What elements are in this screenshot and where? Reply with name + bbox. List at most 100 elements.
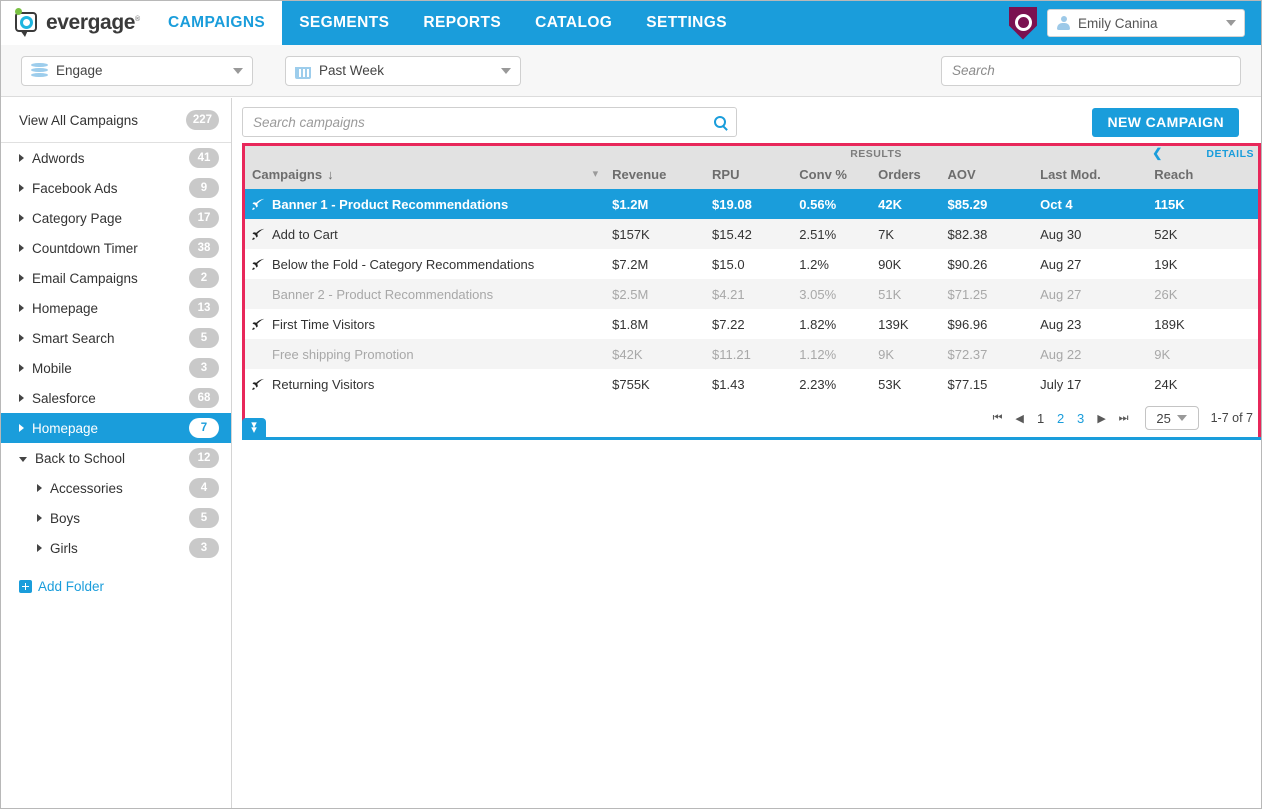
- pagination-page-3[interactable]: 3: [1071, 411, 1091, 426]
- search-icon[interactable]: [714, 116, 726, 128]
- cell-campaign-name: First Time Visitors: [242, 309, 612, 339]
- column-header-aov[interactable]: AOV: [947, 161, 1041, 189]
- shield-icon[interactable]: [1009, 6, 1037, 40]
- table-row[interactable]: Below the Fold - Category Recommendation…: [242, 249, 1261, 279]
- chevron-right-icon[interactable]: [37, 514, 42, 522]
- column-header-campaigns[interactable]: Campaigns ↓ ▾: [242, 161, 613, 189]
- column-header-campaigns-label: Campaigns: [252, 166, 323, 182]
- collapse-panel-toggle[interactable]: ▾ ▾: [242, 418, 266, 437]
- column-header-orders[interactable]: Orders: [878, 161, 948, 189]
- sidebar-item-label: Accessories: [50, 480, 123, 496]
- chevron-right-icon[interactable]: [37, 484, 42, 492]
- campaign-search[interactable]: [242, 107, 737, 137]
- chevron-down-icon: [1226, 20, 1236, 26]
- sidebar-item-label: Salesforce: [32, 390, 96, 406]
- sidebar-item-countdown-timer[interactable]: Countdown Timer 38: [1, 233, 231, 263]
- chevron-right-icon[interactable]: [19, 424, 24, 432]
- chevron-right-icon[interactable]: [19, 364, 24, 372]
- chevron-left-icon[interactable]: ❮: [1152, 147, 1163, 160]
- logo-trademark: ®: [135, 16, 140, 23]
- sidebar-item-back-to-school[interactable]: Back to School 12: [1, 443, 231, 473]
- sidebar-item-count: 68: [189, 388, 219, 408]
- chevron-right-icon[interactable]: [19, 244, 24, 252]
- cell-conv: 1.2%: [799, 256, 829, 272]
- user-menu[interactable]: Emily Canina: [1047, 9, 1245, 37]
- nav-tab-catalog[interactable]: CATALOG: [518, 1, 629, 45]
- chevron-down-icon: [233, 67, 243, 74]
- pagination-controls: ⏮ ◀ 1 2 3 ▶ ⏭ 25 1-7 of 7: [987, 399, 1253, 437]
- campaign-search-input[interactable]: [253, 114, 714, 130]
- nav-tab-campaigns[interactable]: CAMPAIGNS: [151, 1, 283, 45]
- sidebar-item-smart-search[interactable]: Smart Search 5: [1, 323, 231, 353]
- cell-reach: 52K: [1154, 226, 1178, 242]
- cell-reach: 26K: [1154, 286, 1178, 302]
- chevron-right-icon[interactable]: [19, 214, 24, 222]
- pagination-next-button[interactable]: ▶: [1091, 407, 1113, 429]
- app-logo[interactable]: evergage®: [1, 1, 151, 45]
- pagination-prev-button[interactable]: ◀: [1009, 407, 1031, 429]
- chevron-right-icon[interactable]: [19, 274, 24, 282]
- pagination-page-2[interactable]: 2: [1051, 411, 1071, 426]
- date-range-dropdown[interactable]: Past Week: [285, 55, 521, 86]
- sidebar-item-accessories[interactable]: Accessories 4: [1, 473, 231, 503]
- sidebar-item-adwords[interactable]: Adwords 41: [1, 143, 231, 173]
- pagination-first-button[interactable]: ⏮: [987, 407, 1009, 429]
- nav-tab-settings[interactable]: SETTINGS: [629, 1, 744, 45]
- cell-orders: 53K: [878, 376, 902, 392]
- nav-tab-reports[interactable]: REPORTS: [406, 1, 518, 45]
- chevron-right-icon[interactable]: [19, 154, 24, 162]
- cell-conv: 2.23%: [799, 376, 837, 392]
- sidebar-item-salesforce[interactable]: Salesforce 68: [1, 383, 231, 413]
- cell-aov: $90.26: [947, 256, 988, 272]
- sidebar-item-boys[interactable]: Boys 5: [1, 503, 231, 533]
- cell-lastmod: July 17: [1040, 376, 1082, 392]
- chevron-right-icon[interactable]: [19, 304, 24, 312]
- column-header-rpu[interactable]: RPU: [712, 161, 800, 189]
- chevron-right-icon[interactable]: [19, 394, 24, 402]
- campaigns-table: RESULTS ❮ DETAILS Campaigns ↓ ▾ Revenue R…: [242, 146, 1261, 399]
- chevron-down-icon[interactable]: ▾: [593, 167, 599, 180]
- pagination-page-1[interactable]: 1: [1031, 411, 1051, 426]
- chevron-right-icon[interactable]: [19, 334, 24, 342]
- add-folder-button[interactable]: Add Folder: [1, 571, 231, 601]
- nav-right-group: Emily Canina: [1009, 1, 1261, 45]
- pagination-last-button[interactable]: ⏭: [1113, 407, 1135, 429]
- cell-conv: 2.51%: [799, 226, 837, 242]
- campaigns-table-head: RESULTS ❮ DETAILS Campaigns ↓ ▾ Revenue R…: [242, 146, 1261, 189]
- column-header-conv[interactable]: Conv %: [799, 161, 879, 189]
- sidebar-item-mobile[interactable]: Mobile 3: [1, 353, 231, 383]
- sidebar-item-label: Homepage: [32, 300, 99, 316]
- cell-lastmod: Aug 27: [1040, 256, 1082, 272]
- chevron-down-icon[interactable]: [19, 457, 27, 462]
- sidebar-item-view-all-campaigns[interactable]: View All Campaigns 227: [1, 98, 231, 143]
- chevron-right-icon[interactable]: [37, 544, 42, 552]
- column-header-reach[interactable]: Reach: [1145, 161, 1261, 189]
- plus-icon: [19, 579, 32, 593]
- global-search[interactable]: [941, 55, 1241, 86]
- page-size-dropdown[interactable]: 25: [1144, 406, 1199, 430]
- table-row[interactable]: Banner 2 - Product Recommendations $2.5M $…: [242, 279, 1261, 309]
- table-row[interactable]: Returning Visitors $755K $1.43 2.23% 53K $77.…: [242, 369, 1261, 399]
- sidebar-item-homepage[interactable]: Homepage 7: [1, 413, 231, 443]
- sidebar-item-category-page[interactable]: Category Page 17: [1, 203, 231, 233]
- sidebar-item-facebook-ads[interactable]: Facebook Ads 9: [1, 173, 231, 203]
- sidebar-item-email-campaigns[interactable]: Email Campaigns 2: [1, 263, 231, 293]
- sidebar-item-count: 9: [189, 178, 219, 198]
- table-row[interactable]: Add to Cart $157K $15.42 2.51% 7K $82.38 Aug 3…: [242, 219, 1261, 249]
- sidebar-item-girls[interactable]: Girls 3: [1, 533, 231, 563]
- sidebar-item-homepage[interactable]: Homepage 13: [1, 293, 231, 323]
- details-header[interactable]: ❮ DETAILS: [1145, 146, 1261, 161]
- global-search-input[interactable]: [952, 63, 1230, 78]
- column-header-revenue[interactable]: Revenue: [612, 161, 713, 189]
- new-campaign-button[interactable]: NEW CAMPAIGN: [1092, 107, 1239, 137]
- sidebar-item-label: Adwords: [32, 150, 85, 166]
- table-row[interactable]: Banner 1 - Product Recommendations $1.2M $…: [242, 189, 1261, 219]
- table-row[interactable]: First Time Visitors $1.8M $7.22 1.82% 139K $9…: [242, 309, 1261, 339]
- column-header-lastmod[interactable]: Last Mod.: [1040, 161, 1146, 189]
- table-row[interactable]: Free shipping Promotion $42K $11.21 1.12% 9K…: [242, 339, 1261, 369]
- logo-wordmark-text: evergage: [46, 11, 136, 34]
- nav-tab-segments[interactable]: SEGMENTS: [282, 1, 406, 45]
- chevron-double-down-icon: ▾ ▾: [251, 418, 257, 436]
- chevron-right-icon[interactable]: [19, 184, 24, 192]
- dataset-dropdown[interactable]: Engage: [21, 55, 253, 86]
